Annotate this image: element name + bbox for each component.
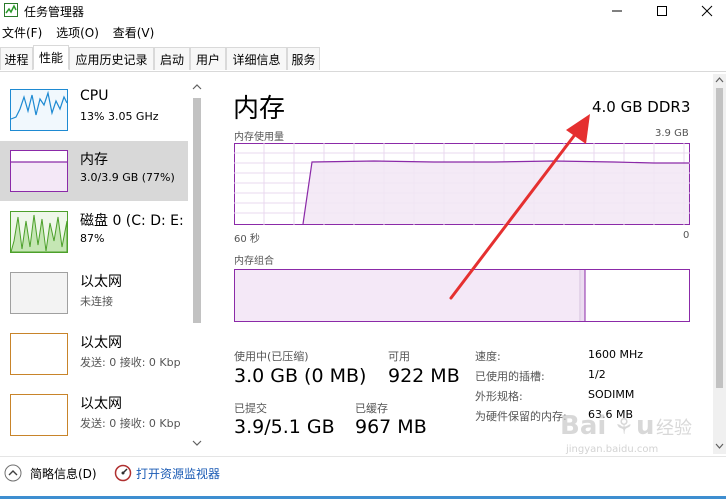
tab-performance[interactable]: 性能 (33, 45, 69, 70)
resource-detail: 发送: 0 接收: 0 Kbp (80, 356, 181, 369)
resource-name: 以太网 (80, 274, 122, 290)
tab-processes[interactable]: 进程 (0, 47, 33, 70)
menu-view[interactable]: 查看(V) (113, 24, 155, 41)
ethernet-thumbnail (10, 333, 68, 375)
minimize-button[interactable] (600, 0, 634, 22)
resource-ethernet-2[interactable]: 以太网 发送: 0 接收: 0 Kbp (0, 324, 188, 384)
title-bar: 任务管理器 (0, 0, 726, 22)
svg-text:⚘: ⚘ (614, 415, 634, 440)
composition-label: 内存组合 (234, 256, 274, 267)
tab-bar: 进程 性能 应用历史记录 启动 用户 详细信息 服务 (0, 45, 726, 72)
menu-file[interactable]: 文件(F) (2, 24, 42, 41)
tab-app-history[interactable]: 应用历史记录 (69, 47, 154, 70)
resource-monitor-icon (114, 464, 132, 482)
usage-chart-label: 内存使用量 (234, 132, 284, 143)
right-scrollbar[interactable] (713, 74, 726, 454)
memory-thumbnail (10, 150, 68, 192)
svg-text:经验: 经验 (656, 418, 692, 439)
ethernet-thumbnail (10, 272, 68, 314)
usage-chart-max: 3.9 GB (655, 128, 689, 139)
left-scrollbar[interactable] (190, 80, 204, 450)
committed-value: 3.9/5.1 GB (234, 416, 335, 438)
form-factor-value: SODIMM (588, 388, 635, 401)
chart-time-left: 60 秒 (234, 234, 260, 245)
resource-name: 以太网 (80, 396, 122, 412)
form-factor-label: 外形规格: (475, 390, 523, 403)
maximize-icon (657, 6, 667, 16)
available-value: 922 MB (388, 365, 460, 387)
baidu-jingyan-logo: Bai ⚘ u 经验 jingyan.baidu.com (560, 411, 692, 455)
resource-name: 磁盘 0 (C: D: E: (80, 213, 184, 229)
in-use-value: 3.0 GB (0 MB) (234, 365, 367, 387)
slots-value: 1/2 (588, 368, 606, 381)
resource-name: CPU (80, 88, 109, 104)
resource-detail: 发送: 0 接收: 0 Kbp (80, 417, 181, 430)
svg-text:u: u (636, 411, 655, 441)
svg-text:Bai: Bai (560, 411, 606, 441)
resource-disk[interactable]: 磁盘 0 (C: D: E: 87% (0, 202, 188, 262)
brief-info-label: 简略信息(D) (30, 466, 97, 481)
memory-spec: 4.0 GB DDR3 (592, 98, 691, 116)
speed-value: 1600 MHz (588, 348, 644, 361)
resource-name: 内存 (80, 152, 108, 168)
resource-cpu[interactable]: CPU 13% 3.05 GHz (0, 80, 188, 140)
close-button[interactable] (690, 0, 724, 22)
brief-info-button[interactable]: 简略信息(D) (4, 464, 97, 482)
tab-details[interactable]: 详细信息 (226, 47, 287, 70)
menu-options[interactable]: 选项(O) (56, 24, 99, 41)
scrollbar-track (715, 77, 724, 449)
resource-detail: 13% 3.05 GHz (80, 110, 159, 123)
tab-users[interactable]: 用户 (190, 47, 226, 70)
menu-bar: 文件(F) 选项(O) 查看(V) (0, 24, 162, 44)
resource-detail: 未连接 (80, 295, 113, 308)
resource-list: CPU 13% 3.05 GHz 内存 3.0/3.9 GB (77%) 磁盘 … (0, 72, 205, 452)
tab-services[interactable]: 服务 (287, 47, 320, 70)
resource-memory[interactable]: 内存 3.0/3.9 GB (77%) (0, 141, 188, 201)
open-resource-monitor-link[interactable]: 打开资源监视器 (114, 464, 220, 482)
resource-ethernet-1[interactable]: 以太网 未连接 (0, 263, 188, 323)
disk-thumbnail (10, 211, 68, 253)
tab-startup[interactable]: 启动 (154, 47, 190, 70)
slots-label: 已使用的插槽: (475, 370, 545, 383)
ethernet-thumbnail (10, 394, 68, 436)
available-label: 可用 (388, 350, 410, 363)
chart-time-right: 0 (683, 230, 690, 241)
resource-detail: 87% (80, 232, 105, 245)
task-manager-icon (4, 3, 18, 17)
reserved-label: 为硬件保留的内存: (475, 410, 567, 423)
footer: 简略信息(D) 打开资源监视器 (0, 456, 726, 500)
speed-label: 速度: (475, 350, 501, 363)
page-title: 内存 (233, 94, 286, 124)
chevron-up-circle-icon (4, 464, 22, 482)
resource-name: 以太网 (80, 335, 122, 351)
minimize-icon (612, 10, 622, 12)
close-icon (701, 5, 713, 17)
cached-label: 已缓存 (355, 402, 388, 415)
annotation-arrow (449, 114, 590, 300)
cpu-thumbnail (10, 89, 68, 131)
watermark: Bai ⚘ u 经验 jingyan.baidu.com (560, 406, 710, 460)
scrollbar-track (192, 84, 202, 446)
in-use-label: 使用中(已压缩) (234, 350, 309, 363)
open-resource-monitor-label: 打开资源监视器 (136, 466, 221, 481)
maximize-button[interactable] (645, 0, 679, 22)
window-title: 任务管理器 (24, 5, 85, 19)
resource-detail: 3.0/3.9 GB (77%) (80, 171, 175, 184)
committed-label: 已提交 (234, 402, 267, 415)
resource-ethernet-3[interactable]: 以太网 发送: 0 接收: 0 Kbp (0, 385, 188, 445)
svg-text:jingyan.baidu.com: jingyan.baidu.com (565, 444, 658, 455)
cached-value: 967 MB (355, 416, 427, 438)
